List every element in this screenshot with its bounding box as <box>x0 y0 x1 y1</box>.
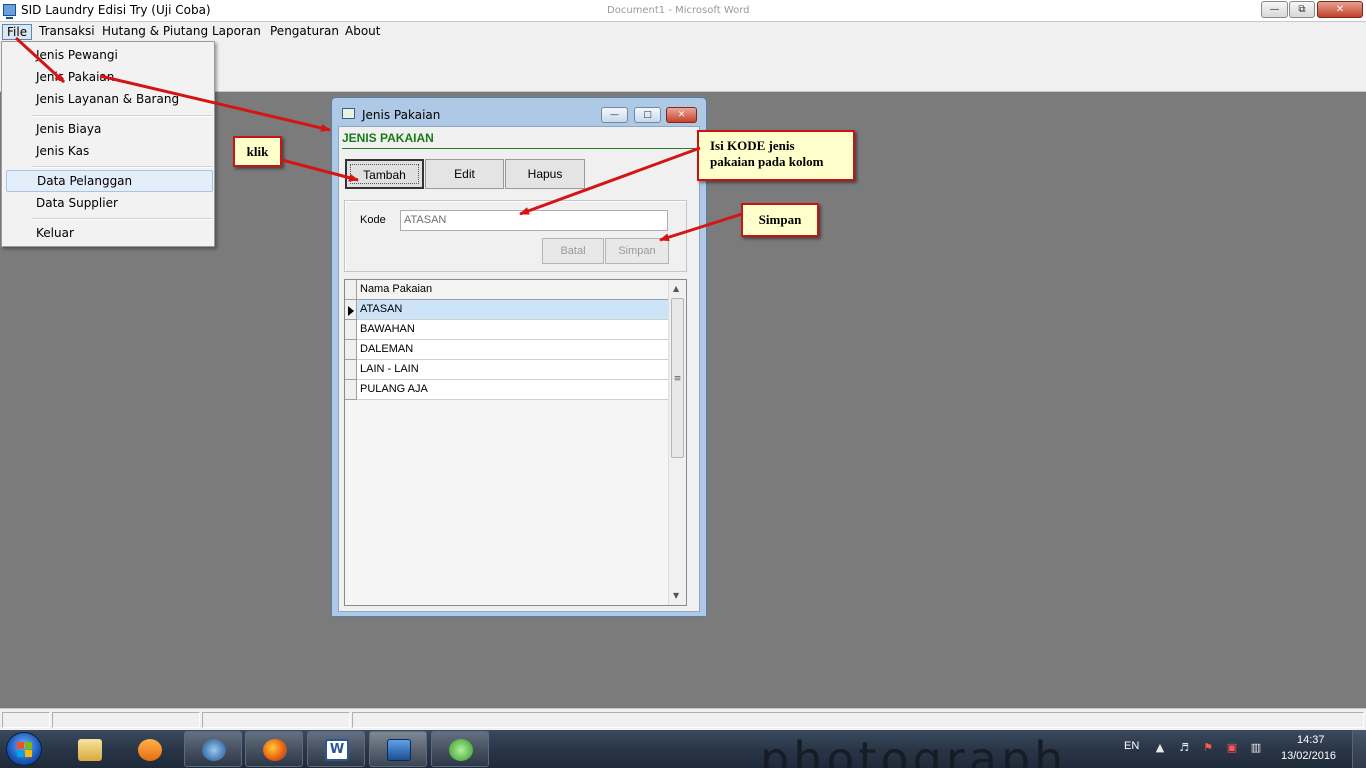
status-panel <box>202 712 350 728</box>
show-hidden-icons-icon[interactable]: ▲ <box>1154 742 1166 754</box>
device-icon[interactable]: ▣ <box>1226 742 1238 754</box>
taskbar-media-player[interactable] <box>120 731 178 767</box>
taskbar-laundry-app[interactable] <box>369 731 427 767</box>
show-desktop-button[interactable] <box>1352 730 1366 768</box>
media-player-icon <box>138 739 162 761</box>
word-icon: W <box>325 739 349 761</box>
taskbar-green-app[interactable] <box>431 731 489 767</box>
wallpaper-text: photograph <box>760 732 1068 768</box>
annotation-arrows <box>14 36 743 242</box>
media-center-icon <box>202 739 226 761</box>
clock-date[interactable]: 13/02/2016 <box>1281 750 1336 762</box>
arrow-to-simpan-button <box>659 212 743 242</box>
arrow-file-to-jenis-pakaian <box>14 36 66 84</box>
windows-logo-icon <box>17 742 32 757</box>
action-center-icon[interactable]: ⚑ <box>1202 742 1214 754</box>
status-panel <box>52 712 200 728</box>
arrow-klik-to-tambah <box>281 158 359 182</box>
network-signal-icon[interactable]: ▥ <box>1250 742 1262 754</box>
arrow-to-kode-input <box>519 146 701 216</box>
clock-time[interactable]: 14:37 <box>1297 734 1325 746</box>
status-panel <box>2 712 50 728</box>
green-app-icon <box>449 739 473 761</box>
folder-icon <box>78 739 102 761</box>
taskbar-media-center[interactable] <box>184 731 242 767</box>
computer-icon <box>387 739 411 761</box>
start-button[interactable] <box>6 732 42 766</box>
taskbar: photograph W EN ▲ ♬ ⚑ ▣ ▥ 14:37 13/02/20… <box>0 730 1366 768</box>
status-panel <box>352 712 1364 728</box>
taskbar-word[interactable]: W <box>307 731 365 767</box>
firefox-icon <box>263 739 287 761</box>
taskbar-firefox[interactable] <box>245 731 303 767</box>
arrow-to-child-window <box>99 74 331 132</box>
language-indicator[interactable]: EN <box>1124 740 1139 752</box>
volume-icon[interactable]: ♬ <box>1178 742 1190 754</box>
status-bar <box>0 708 1366 730</box>
taskbar-file-explorer[interactable] <box>60 731 118 767</box>
